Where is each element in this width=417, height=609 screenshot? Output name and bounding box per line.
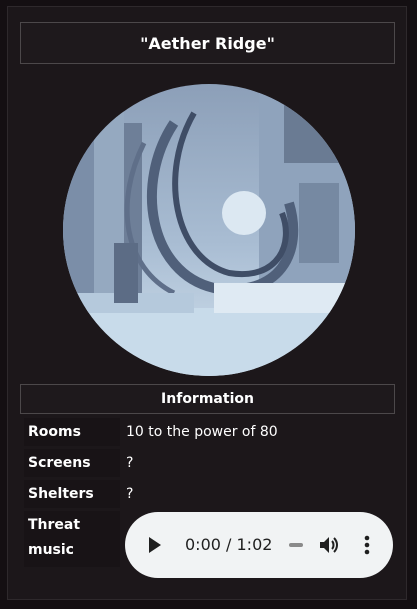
infobox: "Aether Ridge" Information Rooms 10 to t…: [7, 6, 407, 600]
information-header-text: Information: [161, 391, 254, 407]
info-label-rooms: Rooms: [28, 424, 81, 440]
information-header: Information: [20, 384, 395, 414]
audio-time-display: 0:00 / 1:02: [185, 535, 273, 554]
more-options-icon[interactable]: [363, 534, 371, 556]
info-value-rooms: 10 to the power of 80: [126, 424, 278, 440]
infobox-title: "Aether Ridge": [20, 22, 395, 64]
info-label-screens: Screens: [28, 455, 91, 471]
infobox-title-text: "Aether Ridge": [140, 33, 275, 53]
volume-icon[interactable]: [317, 534, 339, 556]
audio-progress-bar[interactable]: [289, 543, 303, 547]
play-icon[interactable]: [149, 537, 161, 553]
audio-player[interactable]: 0:00 / 1:02: [125, 512, 393, 578]
info-label-shelters: Shelters: [28, 486, 94, 502]
info-value-shelters: ?: [126, 486, 134, 502]
info-label-threat-music: Threat music: [28, 517, 81, 558]
info-value-screens: ?: [126, 455, 134, 471]
region-art-image: [63, 84, 355, 376]
